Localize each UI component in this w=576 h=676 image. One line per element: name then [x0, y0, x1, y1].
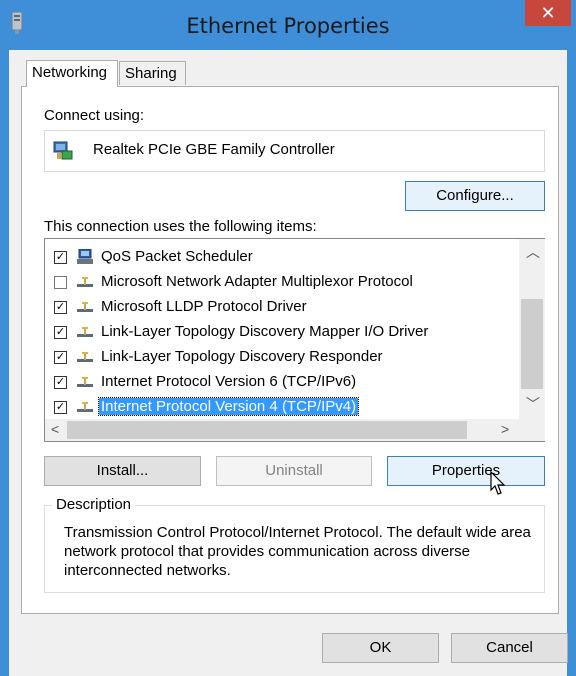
list-item[interactable]: ✓ Link-Layer Topology Discovery Responde… — [45, 345, 520, 369]
item-label: Microsoft Network Adapter Multiplexor Pr… — [101, 273, 413, 290]
adapter-name: Realtek PCIe GBE Family Controller — [93, 141, 335, 158]
scroll-down-icon[interactable]: ﹀ — [526, 397, 540, 411]
connect-using-label: Connect using: — [44, 107, 145, 124]
title-bar[interactable]: Ethernet Properties ✕ — [0, 0, 576, 50]
close-icon: ✕ — [540, 3, 556, 23]
scroll-up-icon[interactable]: ︿ — [526, 245, 540, 259]
vertical-scroll-thumb[interactable] — [521, 299, 543, 389]
item-checkbox[interactable]: ✓ — [54, 351, 67, 364]
list-item[interactable]: ✓ QoS Packet Scheduler — [45, 245, 520, 269]
list-item[interactable]: Microsoft Network Adapter Multiplexor Pr… — [45, 270, 520, 294]
protocol-icon — [77, 277, 93, 287]
protocol-icon — [77, 377, 93, 387]
adapter-field: Realtek PCIe GBE Family Controller — [44, 130, 545, 172]
vertical-scrollbar[interactable]: ︿ ﹀ — [519, 239, 545, 419]
item-label: Microsoft LLDP Protocol Driver — [101, 298, 307, 315]
scroll-right-icon[interactable]: > — [501, 422, 509, 436]
items-listbox[interactable]: ✓ QoS Packet Scheduler Microsoft Network… — [44, 238, 545, 442]
configure-button[interactable]: Configure... — [405, 181, 545, 211]
item-label: Internet Protocol Version 6 (TCP/IPv6) — [101, 373, 357, 390]
item-checkbox[interactable]: ✓ — [54, 301, 67, 314]
ethernet-properties-window: Ethernet Properties ✕ Sharing Networking… — [0, 0, 576, 676]
item-label: Internet Protocol Version 4 (TCP/IPv4) — [97, 397, 360, 416]
protocol-icon — [77, 302, 93, 312]
item-checkbox[interactable]: ✓ — [54, 326, 67, 339]
item-checkbox[interactable]: ✓ — [54, 401, 67, 414]
network-card-icon — [53, 141, 73, 160]
window-title: Ethernet Properties — [186, 14, 390, 38]
item-checkbox[interactable]: ✓ — [54, 376, 67, 389]
ok-button[interactable]: OK — [322, 633, 439, 663]
item-label: Link-Layer Topology Discovery Mapper I/O… — [101, 323, 429, 340]
item-label: QoS Packet Scheduler — [101, 248, 253, 265]
tab-sharing[interactable]: Sharing — [119, 61, 186, 85]
network-client-icon — [77, 249, 93, 264]
horizontal-scrollbar[interactable]: < > — [45, 419, 545, 441]
horizontal-scroll-thumb[interactable] — [67, 421, 467, 439]
tab-networking[interactable]: Networking — [26, 60, 118, 87]
protocol-icon — [77, 352, 93, 362]
description-text: Transmission Control Protocol/Internet P… — [64, 524, 531, 579]
cancel-button[interactable]: Cancel — [451, 633, 568, 663]
item-label: Link-Layer Topology Discovery Responder — [101, 348, 383, 365]
protocol-icon — [77, 402, 93, 412]
scroll-left-icon[interactable]: < — [51, 422, 59, 436]
uninstall-button[interactable]: Uninstall — [216, 456, 372, 486]
items-section-label: This connection uses the following items… — [44, 218, 317, 235]
mouse-cursor-icon — [490, 471, 506, 495]
properties-button[interactable]: Properties — [387, 456, 545, 486]
list-item[interactable]: ✓ Internet Protocol Version 6 (TCP/IPv6) — [45, 370, 520, 394]
list-item[interactable]: ✓ Microsoft LLDP Protocol Driver — [45, 295, 520, 319]
close-button[interactable]: ✕ — [525, 0, 571, 26]
protocol-icon — [77, 327, 93, 337]
list-item[interactable]: ✓ Link-Layer Topology Discovery Mapper I… — [45, 320, 520, 344]
list-item-selected[interactable]: ✓ Internet Protocol Version 4 (TCP/IPv4) — [45, 395, 520, 419]
install-button[interactable]: Install... — [44, 456, 201, 486]
item-checkbox[interactable] — [54, 276, 67, 289]
item-checkbox[interactable]: ✓ — [54, 251, 67, 264]
description-legend: Description — [52, 496, 136, 513]
